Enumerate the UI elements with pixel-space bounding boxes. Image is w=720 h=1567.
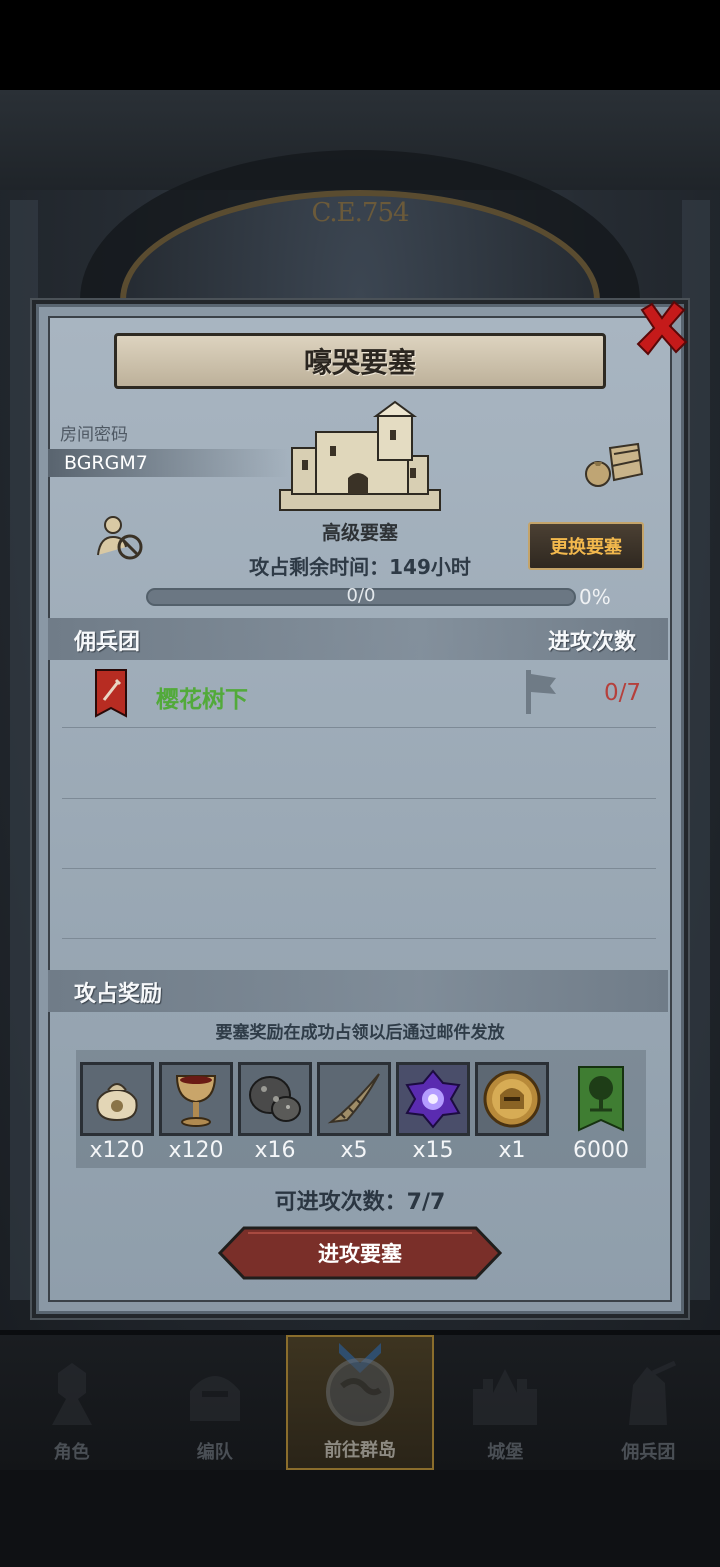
reward-tile [159, 1062, 233, 1136]
knight-medal-icon [483, 1070, 541, 1128]
helmet-icon [175, 1354, 255, 1434]
person-blocked-icon [97, 516, 143, 560]
reward-tile [396, 1062, 470, 1136]
reward-item[interactable]: x1 [475, 1062, 549, 1163]
change-fortress-button[interactable]: 更换要塞 [528, 522, 644, 570]
dialog-title-banner: 嚎哭要塞 [114, 333, 606, 389]
attack-fortress-button[interactable]: 进攻要塞 [218, 1226, 502, 1280]
attacks-header: 进攻次数 [548, 630, 637, 655]
reward-item[interactable]: x16 [238, 1062, 312, 1163]
supplies-button[interactable] [584, 440, 644, 492]
reward-item[interactable]: x15 [396, 1062, 470, 1163]
nav-item-formation[interactable]: 编队 [143, 1335, 286, 1470]
attack-fortress-label: 进攻要塞 [318, 1242, 402, 1266]
supply-crate-icon [585, 442, 644, 487]
row-divider [62, 868, 656, 869]
mercenary-icon [608, 1354, 688, 1434]
reward-item[interactable]: x120 [159, 1062, 233, 1163]
status-bar-area [0, 0, 720, 90]
row-divider [62, 727, 656, 728]
rewards-note: 要塞奖励在成功占领以后通过邮件发放 [215, 1023, 505, 1043]
reward-qty: x16 [254, 1138, 296, 1163]
progress-percent: 0% [579, 585, 611, 609]
coin-sack-icon [96, 1083, 138, 1122]
fortress-type: 高级要塞 [321, 522, 398, 544]
room-label: 房间密码 [60, 425, 128, 445]
reward-tile [564, 1062, 638, 1136]
fortress-image [278, 400, 442, 520]
nav-item-islands[interactable]: 前往群岛 [286, 1335, 434, 1470]
attempts-left: 可进攻次数：7/7 [274, 1190, 446, 1215]
remaining-time: 攻占剩余时间：149小时 [249, 555, 471, 579]
progress-text: 0/0 [346, 585, 376, 606]
room-code: BGRGM7 [64, 452, 148, 474]
reward-qty: x120 [168, 1138, 224, 1163]
nav-label: 编队 [196, 1442, 233, 1463]
close-icon [636, 300, 688, 356]
reward-qty: x1 [498, 1138, 526, 1163]
goblet-icon [175, 1075, 217, 1127]
row-divider [62, 938, 656, 939]
reward-item[interactable]: x5 [317, 1062, 391, 1163]
purple-crystal-icon [405, 1069, 461, 1129]
castle-icon [279, 400, 441, 511]
reward-qty: 6000 [573, 1138, 629, 1163]
guild-banner-icon [94, 668, 128, 722]
bottom-strip [0, 1470, 720, 1567]
flag-icon [522, 668, 560, 720]
reward-qty: x5 [340, 1138, 368, 1163]
era-label: C.E.754 [311, 198, 409, 228]
reward-tile [238, 1062, 312, 1136]
nav-item-mercenary[interactable]: 佣兵团 [577, 1335, 720, 1470]
nav-item-castle[interactable]: 城堡 [434, 1335, 577, 1470]
ore-icon [249, 1076, 301, 1122]
horn-icon [327, 1073, 380, 1124]
nav-label: 前往群岛 [324, 1440, 396, 1461]
globe-icon [320, 1352, 400, 1432]
castle-icon [465, 1354, 545, 1434]
dialog-title: 嚎哭要塞 [303, 346, 416, 379]
row-divider [62, 798, 656, 799]
nav-item-character[interactable]: 角色 [0, 1335, 143, 1470]
tree-banner-icon [578, 1066, 624, 1132]
nav-label: 佣兵团 [621, 1442, 676, 1463]
reward-qty: x15 [412, 1138, 454, 1163]
knight-icon [32, 1354, 112, 1434]
reward-item[interactable]: 6000 [564, 1062, 638, 1163]
mercenary-header: 佣兵团 [74, 630, 141, 655]
guild-name[interactable]: 樱花树下 [156, 680, 248, 714]
nav-label: 城堡 [487, 1442, 524, 1463]
close-button[interactable] [634, 300, 690, 356]
reward-item[interactable]: x120 [80, 1062, 154, 1163]
reward-tile [317, 1062, 391, 1136]
reward-tile [80, 1062, 154, 1136]
reward-qty: x120 [89, 1138, 145, 1163]
reward-tile [475, 1062, 549, 1136]
rewards-header: 攻占奖励 [74, 982, 163, 1007]
privacy-toggle-button[interactable] [96, 515, 144, 565]
nav-label: 角色 [53, 1442, 90, 1463]
bottom-nav: 角色 编队 前往群岛 城堡 佣兵团 [0, 1335, 720, 1470]
change-fortress-label: 更换要塞 [550, 537, 622, 558]
guild-attacks: 0/7 [604, 680, 642, 706]
